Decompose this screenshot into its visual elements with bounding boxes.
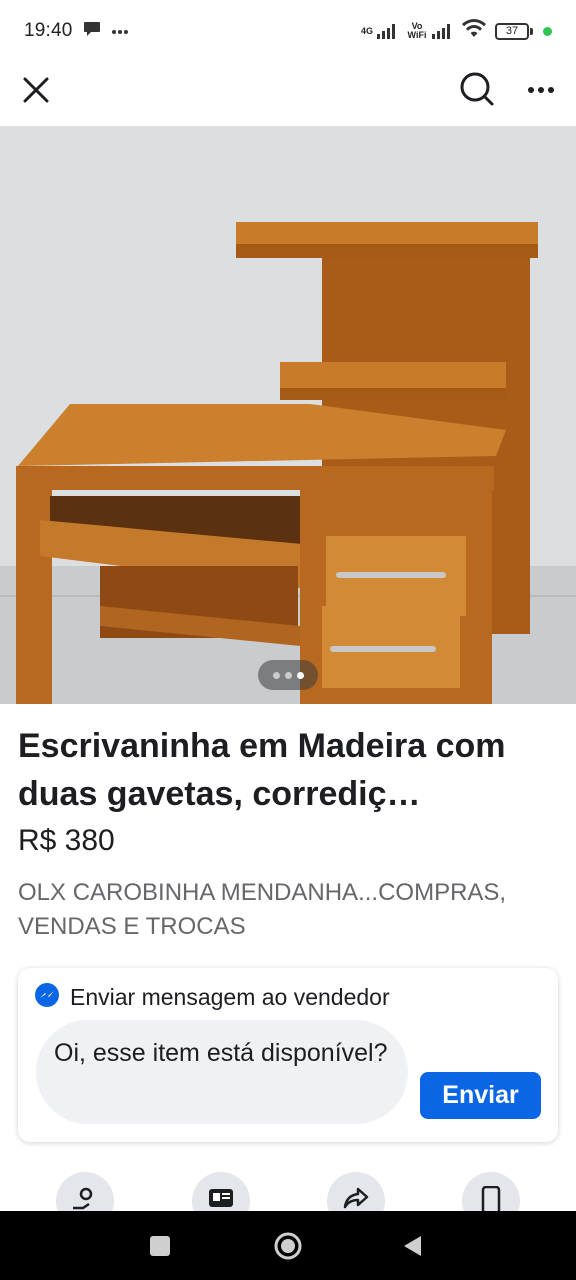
network-type-label: 4G [360, 25, 373, 36]
search-icon[interactable] [456, 68, 498, 110]
privacy-indicator-dot [543, 26, 552, 36]
action-row [0, 1172, 576, 1230]
messenger-icon [34, 982, 60, 1013]
system-nav-bar [0, 1211, 576, 1280]
page-dot [284, 671, 292, 679]
listing-title: Escrivaninha em Madeira com duas gavetas… [18, 727, 506, 813]
listing-price: R$ 380 [18, 824, 115, 857]
page-dot [272, 671, 280, 679]
recents-icon[interactable] [130, 1211, 190, 1280]
vowifi-label: Vo WiFi [407, 21, 427, 40]
battery-level: 37 [495, 22, 529, 40]
battery-icon: 37 [495, 22, 533, 40]
status-time: 19:40 [24, 20, 73, 41]
home-icon[interactable] [256, 1211, 320, 1280]
vowifi-signal-icon: Vo WiFi [406, 22, 453, 40]
message-seller-card: Enviar mensagem ao vendedor Oi, esse ite… [18, 968, 558, 1142]
listing-photo[interactable] [0, 126, 576, 704]
cellular-signal-icon: 4G [361, 23, 398, 39]
desk-illustration [0, 126, 576, 704]
message-card-header: Enviar mensagem ao vendedor [34, 982, 390, 1013]
status-bar: 19:40 4G Vo WiFi 37 [0, 0, 576, 62]
send-button[interactable]: Enviar [420, 1072, 541, 1119]
wifi-icon [461, 18, 487, 44]
seller-name[interactable]: OLX CAROBINHA MENDANHA...COMPRAS, VENDAS… [18, 876, 558, 944]
back-icon[interactable] [382, 1211, 442, 1280]
more-dots-icon [111, 22, 129, 40]
more-horizontal-icon[interactable] [520, 70, 562, 110]
message-input[interactable]: Oi, esse item está disponível? [36, 1020, 408, 1124]
close-icon[interactable] [16, 70, 56, 110]
photo-page-indicator [258, 660, 318, 690]
message-card-title: Enviar mensagem ao vendedor [70, 984, 390, 1010]
chat-bubble-icon [83, 21, 101, 42]
page-dot-active [296, 671, 304, 679]
app-bar [0, 62, 576, 126]
